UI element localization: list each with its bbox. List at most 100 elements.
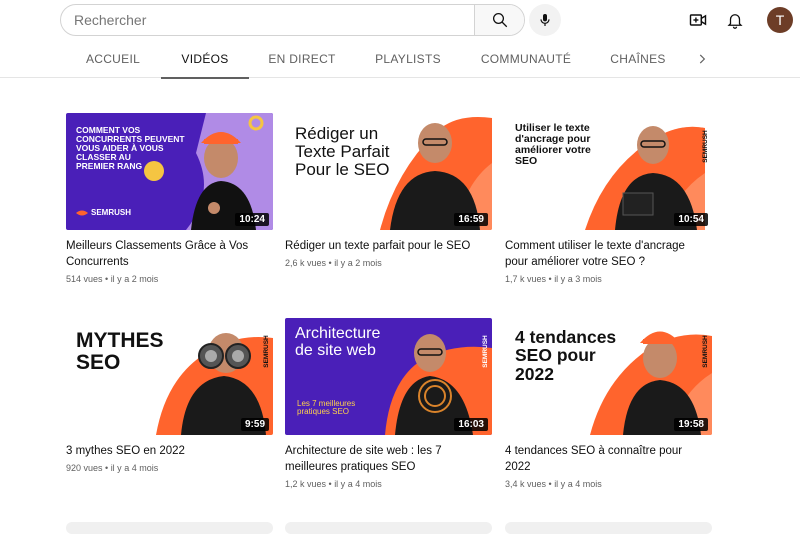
tab-en-direct[interactable]: EN DIRECT xyxy=(262,40,342,78)
avatar[interactable]: T xyxy=(767,7,793,33)
upload-age: il y a 2 mois xyxy=(334,258,382,268)
duration-badge: 9:59 xyxy=(240,418,269,431)
notifications-button[interactable] xyxy=(723,8,747,32)
active-tab-indicator xyxy=(161,77,249,79)
thumbnail-caption-line: SEO pour xyxy=(515,345,596,366)
semrush-vertical-logo: SEMRUSH xyxy=(482,335,490,368)
video-thumbnail[interactable]: Architecture de site web Les 7 meilleure… xyxy=(285,318,492,435)
view-count: 3,4 k vues xyxy=(505,479,547,489)
avatar-initial: T xyxy=(775,12,785,28)
video-thumbnail-partial[interactable] xyxy=(66,522,273,534)
thumbnail-caption-line: de site web xyxy=(295,341,376,359)
search-input[interactable] xyxy=(61,5,474,35)
video-card[interactable]: Architecture de site web Les 7 meilleure… xyxy=(285,318,497,489)
tab-label: EN DIRECT xyxy=(268,52,336,66)
video-card[interactable]: COMMENT VOS CONCURRENTS PEUVENT VOUS AID… xyxy=(66,113,278,284)
video-meta: 2,6 k vues • il y a 2 mois xyxy=(285,258,382,268)
thumbnail-caption-line: 4 tendances xyxy=(515,327,617,347)
video-card[interactable]: Rédiger un Texte Parfait Pour le SEO 16:… xyxy=(285,113,497,268)
thumbnail-caption-line: Texte Parfait xyxy=(295,141,390,161)
thumbnail-caption: 4 tendances SEO pour 2022 xyxy=(515,327,617,384)
video-title[interactable]: 3 mythes SEO en 2022 xyxy=(66,443,261,459)
thumbnail-caption: Architecture de site web xyxy=(295,325,381,360)
thumbnail-caption-line: SEO xyxy=(515,155,538,168)
chevron-right-icon xyxy=(699,54,706,64)
duration-badge: 19:58 xyxy=(674,418,708,431)
upload-age: il y a 2 mois xyxy=(110,274,159,284)
semrush-vertical-logo: SEMRUSH xyxy=(263,335,271,368)
video-thumbnail[interactable]: COMMENT VOS CONCURRENTS PEUVENT VOUS AID… xyxy=(66,113,273,230)
thumbnail-caption: COMMENT VOS CONCURRENTS PEUVENT VOUS AID… xyxy=(76,126,185,171)
thumbnail-caption-line: Rédiger un xyxy=(295,124,379,143)
upload-age: il y a 4 mois xyxy=(110,463,159,473)
thumbnail-caption-line: PREMIER RANG xyxy=(76,160,143,171)
video-title[interactable]: Architecture de site web : les 7 meilleu… xyxy=(285,443,480,475)
create-video-button[interactable] xyxy=(686,8,710,32)
voice-search-button[interactable] xyxy=(529,4,561,36)
mic-icon xyxy=(540,14,550,26)
video-thumbnail[interactable]: Rédiger un Texte Parfait Pour le SEO 16:… xyxy=(285,113,492,230)
thumbnail-caption-line: Pour le SEO xyxy=(295,159,390,179)
semrush-wordmark: SEMRUSH xyxy=(91,208,132,217)
semrush-logo: SEMRUSH xyxy=(76,208,131,217)
search-box xyxy=(60,4,525,36)
tab-chaines[interactable]: CHAÎNES xyxy=(603,40,673,78)
thumbnail-caption-line: MYTHES xyxy=(76,329,164,352)
thumbnail-caption: Rédiger un Texte Parfait Pour le SEO xyxy=(295,125,390,179)
view-count: 1,2 k vues xyxy=(285,479,327,489)
video-meta: 1,2 k vues • il y a 4 mois xyxy=(285,479,382,489)
search-button[interactable] xyxy=(474,5,524,35)
semrush-vertical-logo: SEMRUSH xyxy=(702,130,710,163)
view-count: 514 vues xyxy=(66,274,103,284)
video-thumbnail-partial[interactable] xyxy=(285,522,492,534)
view-count: 920 vues xyxy=(66,463,103,473)
view-count: 1,7 k vues xyxy=(505,274,547,284)
search-icon xyxy=(492,12,507,28)
tab-playlists[interactable]: PLAYLISTS xyxy=(368,40,448,78)
thumbnail-subcaption: Les 7 meilleures pratiques SEO xyxy=(297,399,355,417)
upload-age: il y a 4 mois xyxy=(554,479,602,489)
tab-communaute[interactable]: COMMUNAUTÉ xyxy=(480,40,572,78)
video-card[interactable]: MYTHES SEO SEMRUSH 9:59 3 mythes SEO en … xyxy=(66,318,278,473)
thumbnail-caption-line: pratiques SEO xyxy=(297,407,350,417)
video-meta: 514 vues • il y a 2 mois xyxy=(66,274,159,284)
top-bar: T xyxy=(0,0,800,40)
create-video-icon xyxy=(689,14,707,26)
video-thumbnail[interactable]: Utiliser le texte d'ancrage pour amélior… xyxy=(505,113,712,230)
view-count: 2,6 k vues xyxy=(285,258,327,268)
tab-label: PLAYLISTS xyxy=(375,52,441,66)
tab-accueil[interactable]: ACCUEIL xyxy=(80,40,146,78)
semrush-vertical-logo: SEMRUSH xyxy=(702,335,710,368)
video-card[interactable]: 4 tendances SEO pour 2022 SEMRUSH 19:58 … xyxy=(505,318,717,489)
video-title[interactable]: Comment utiliser le texte d'ancrage pour… xyxy=(505,238,700,270)
thumbnail-caption-line: SEO xyxy=(76,351,121,375)
video-meta: 920 vues • il y a 4 mois xyxy=(66,463,159,473)
tab-label: COMMUNAUTÉ xyxy=(480,52,572,66)
semrush-flame-icon xyxy=(76,210,88,215)
tab-label: ACCUEIL xyxy=(85,52,141,66)
video-card[interactable]: Utiliser le texte d'ancrage pour amélior… xyxy=(505,113,717,284)
video-thumbnail[interactable]: 4 tendances SEO pour 2022 SEMRUSH 19:58 xyxy=(505,318,712,435)
video-title[interactable]: Rédiger un texte parfait pour le SEO xyxy=(285,238,480,254)
video-thumbnail[interactable]: MYTHES SEO SEMRUSH 9:59 xyxy=(66,318,273,435)
bell-icon xyxy=(727,14,743,29)
thumbnail-caption: MYTHES SEO xyxy=(76,329,164,375)
channel-tabs: ACCUEIL VIDÉOS EN DIRECT PLAYLISTS COMMU… xyxy=(0,40,800,79)
video-title[interactable]: Meilleurs Classements Grâce à Vos Concur… xyxy=(66,238,261,270)
tab-label: CHAÎNES xyxy=(610,52,666,66)
thumbnail-caption-line: 2022 xyxy=(515,363,554,384)
duration-badge: 10:24 xyxy=(235,213,269,226)
thumbnail-caption-line: Architecture xyxy=(295,325,381,342)
tabs-next-button[interactable] xyxy=(690,47,714,71)
duration-badge: 10:54 xyxy=(674,213,708,226)
video-thumbnail-partial[interactable] xyxy=(505,522,712,534)
tab-videos[interactable]: VIDÉOS xyxy=(161,40,249,79)
thumbnail-caption: Utiliser le texte d'ancrage pour amélior… xyxy=(515,122,591,168)
video-meta: 1,7 k vues • il y a 3 mois xyxy=(505,274,602,284)
video-meta: 3,4 k vues • il y a 4 mois xyxy=(505,479,602,489)
video-title[interactable]: 4 tendances SEO à connaître pour 2022 xyxy=(505,443,700,475)
upload-age: il y a 3 mois xyxy=(554,274,602,284)
duration-badge: 16:59 xyxy=(454,213,488,226)
tab-label: VIDÉOS xyxy=(181,52,229,66)
upload-age: il y a 4 mois xyxy=(334,479,382,489)
